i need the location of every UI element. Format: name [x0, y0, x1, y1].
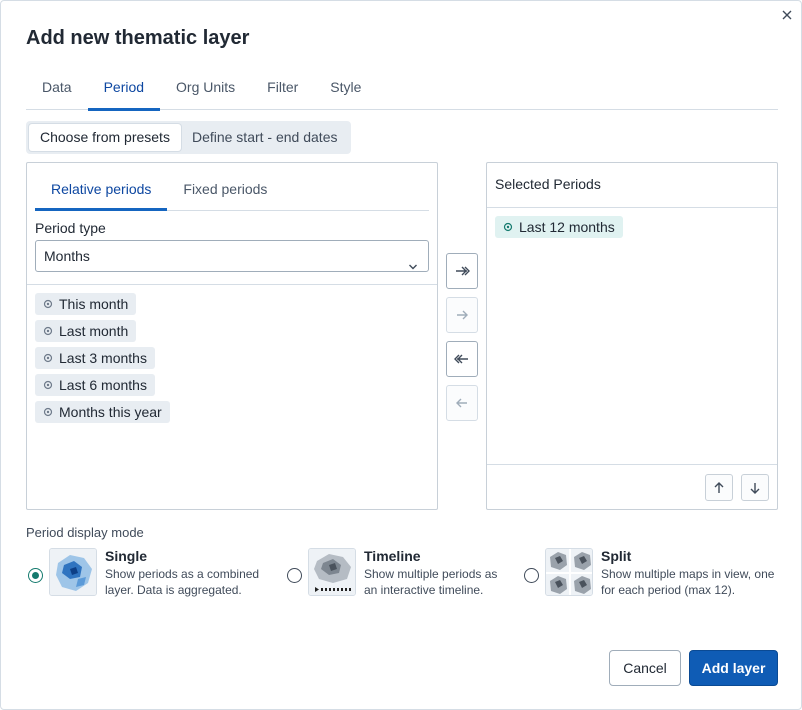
list-item[interactable]: Last 3 months [35, 347, 155, 369]
single-desc-line1: Show periods as a combined [105, 567, 260, 581]
deselect-button[interactable] [446, 385, 478, 421]
list-item-label: Last month [59, 323, 129, 339]
split-description: Split Show multiple maps in view, one fo… [601, 548, 774, 598]
move-up-button[interactable] [705, 474, 733, 501]
split-desc-line1: Show multiple maps in view, one [601, 567, 775, 581]
divider [27, 284, 437, 285]
list-item[interactable]: Last month [35, 320, 137, 342]
list-item-label: Last 3 months [59, 350, 147, 366]
split-title: Split [601, 548, 632, 564]
period-icon [503, 222, 513, 232]
period-type-label: Period type [35, 220, 106, 236]
reorder-footer [487, 464, 777, 509]
list-item[interactable]: Months this year [35, 401, 170, 423]
mode-option-timeline[interactable]: Timeline Show multiple periods as an int… [287, 548, 497, 598]
selected-periods-header: Selected Periods [487, 163, 777, 208]
single-description: Single Show periods as a combined layer.… [105, 548, 259, 598]
single-title: Single [105, 548, 148, 564]
display-mode-label: Period display mode [26, 525, 144, 540]
select-icon [457, 310, 468, 320]
timeline-desc-line1: Show multiple periods as [364, 567, 498, 581]
split-desc-line2: for each period (max 12). [601, 583, 736, 597]
mode-option-single[interactable]: Single Show periods as a combined layer.… [28, 548, 259, 598]
tab-fixed-periods[interactable]: Fixed periods [167, 171, 283, 210]
timeline-desc-line2: an interactive timeline. [364, 583, 484, 597]
add-layer-dialog: Add new thematic layer Data Period Org U… [0, 0, 802, 710]
period-icon [43, 380, 53, 390]
list-item[interactable]: This month [35, 293, 137, 315]
layer-tabs: Data Period Org Units Filter Style [26, 69, 778, 111]
period-type-select[interactable]: Months [35, 240, 429, 272]
tab-period[interactable]: Period [87, 69, 161, 111]
choose-presets-button[interactable]: Choose from presets [29, 124, 181, 151]
add-layer-button[interactable]: Add layer [689, 650, 778, 686]
period-subtabs: Relative periods Fixed periods [35, 171, 429, 211]
deselect-all-icon [454, 354, 468, 364]
arrow-down-icon [750, 482, 760, 494]
list-item-label: Months this year [59, 404, 162, 420]
deselect-all-button[interactable] [446, 341, 478, 377]
arrow-up-icon [714, 481, 724, 493]
timeline-title: Timeline [364, 548, 421, 564]
period-mode-toggle: Choose from presets Define start - end d… [26, 121, 352, 154]
tab-relative-periods[interactable]: Relative periods [35, 171, 168, 211]
tab-style[interactable]: Style [314, 69, 377, 110]
period-icon [43, 407, 53, 417]
selected-periods-panel: Selected Periods Last 12 months [486, 162, 778, 510]
tab-filter[interactable]: Filter [251, 69, 314, 110]
period-type-value: Months [44, 248, 90, 264]
split-map-thumbnail [545, 548, 593, 596]
list-item-label: Last 12 months [519, 219, 615, 235]
period-icon [43, 353, 53, 363]
list-item-label: This month [59, 296, 129, 312]
list-item-label: Last 6 months [59, 377, 147, 393]
list-item[interactable]: Last 12 months [495, 216, 623, 238]
selected-periods-list: Last 12 months [495, 216, 623, 238]
available-periods-list: This month Last month Last 3 months Last… [35, 293, 170, 423]
chevron-down-icon [408, 251, 418, 281]
select-button[interactable] [446, 297, 478, 333]
period-icon [43, 326, 53, 336]
mode-option-split[interactable]: Split Show multiple maps in view, one fo… [524, 548, 774, 598]
single-map-thumbnail [49, 548, 97, 596]
dialog-title: Add new thematic layer [26, 27, 250, 49]
cancel-button[interactable]: Cancel [609, 650, 681, 686]
tab-org-units[interactable]: Org Units [160, 69, 251, 110]
deselect-icon [456, 398, 467, 408]
select-all-icon [456, 266, 470, 276]
available-periods-panel: Relative periods Fixed periods Period ty… [26, 162, 438, 510]
timeline-radio[interactable] [287, 568, 302, 583]
period-icon [43, 299, 53, 309]
define-dates-button[interactable]: Define start - end dates [181, 124, 349, 151]
list-item[interactable]: Last 6 months [35, 374, 155, 396]
close-icon[interactable] [779, 7, 795, 23]
tab-data[interactable]: Data [26, 69, 88, 110]
timeline-description: Timeline Show multiple periods as an int… [364, 548, 497, 598]
split-radio[interactable] [524, 568, 539, 583]
single-desc-line2: layer. Data is aggregated. [105, 583, 242, 597]
timeline-map-thumbnail [308, 548, 356, 596]
select-all-button[interactable] [446, 253, 478, 289]
move-down-button[interactable] [741, 474, 769, 501]
single-radio[interactable] [28, 568, 43, 583]
